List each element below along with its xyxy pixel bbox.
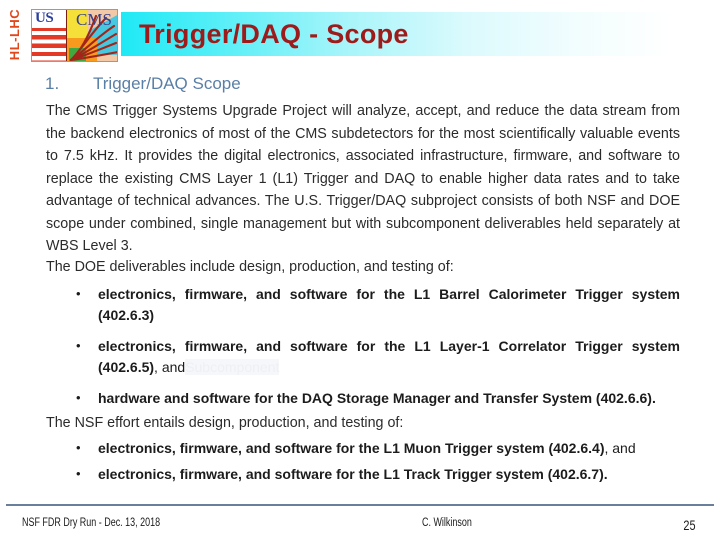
slide-title: Trigger/DAQ - Scope bbox=[139, 18, 409, 49]
nsf-deliverables-list: electronics, firmware, and software for … bbox=[46, 437, 680, 490]
footer-divider bbox=[6, 504, 714, 506]
nsf-intro-text: The NSF effort entails design, productio… bbox=[46, 415, 404, 431]
slide: HL-LHC US CMS Trigger/DAQ - Scope 1. Tri… bbox=[0, 0, 720, 540]
footer-page-number: 25 bbox=[683, 517, 696, 533]
bullet-text: electronics, firmware, and software for … bbox=[98, 466, 608, 482]
ghost-artifact-text: Subcomponent bbox=[185, 359, 280, 375]
section-heading: 1. Trigger/DAQ Scope bbox=[45, 74, 241, 94]
slide-footer: NSF FDR Dry Run - Dec. 13, 2018 C. Wilki… bbox=[0, 504, 720, 540]
footer-event-label: NSF FDR Dry Run - Dec. 13, 2018 bbox=[22, 517, 161, 529]
slide-header: HL-LHC US CMS Trigger/DAQ - Scope bbox=[0, 0, 720, 66]
doe-intro-text: The DOE deliverables include design, pro… bbox=[46, 259, 454, 275]
hl-lhc-label-text: HL-LHC bbox=[7, 8, 23, 60]
footer-presenter-name: C. Wilkinson bbox=[422, 517, 472, 529]
section-heading-text: Trigger/DAQ Scope bbox=[93, 74, 241, 93]
title-banner: Trigger/DAQ - Scope bbox=[121, 12, 720, 56]
scope-paragraph: The CMS Trigger Systems Upgrade Project … bbox=[46, 103, 680, 254]
list-item: electronics, firmware, and software for … bbox=[46, 463, 680, 485]
hl-lhc-vertical-label: HL-LHC bbox=[2, 6, 28, 62]
bullet-text: electronics, firmware, and software for … bbox=[98, 286, 680, 323]
bullet-tail: , and bbox=[154, 359, 186, 375]
slide-body: 1. Trigger/DAQ Scope The CMS Trigger Syst… bbox=[0, 66, 720, 506]
list-item: electronics, firmware, and software for … bbox=[46, 283, 680, 326]
logo-divider bbox=[66, 10, 67, 61]
doe-deliverables-list: electronics, firmware, and software for … bbox=[46, 283, 680, 419]
list-item: electronics, firmware, and software for … bbox=[46, 335, 680, 378]
us-cms-logo: US CMS bbox=[31, 9, 118, 62]
section-number: 1. bbox=[45, 74, 60, 93]
list-item: hardware and software for the DAQ Storag… bbox=[46, 387, 680, 409]
bullet-text: electronics, firmware, and software for … bbox=[98, 440, 605, 456]
list-item: electronics, firmware, and software for … bbox=[46, 437, 680, 459]
bullet-tail: , and bbox=[604, 440, 636, 456]
bullet-text: hardware and software for the DAQ Storag… bbox=[98, 390, 656, 406]
logo-cms-text: CMS bbox=[76, 10, 112, 29]
logo-us-text: US bbox=[35, 10, 54, 26]
